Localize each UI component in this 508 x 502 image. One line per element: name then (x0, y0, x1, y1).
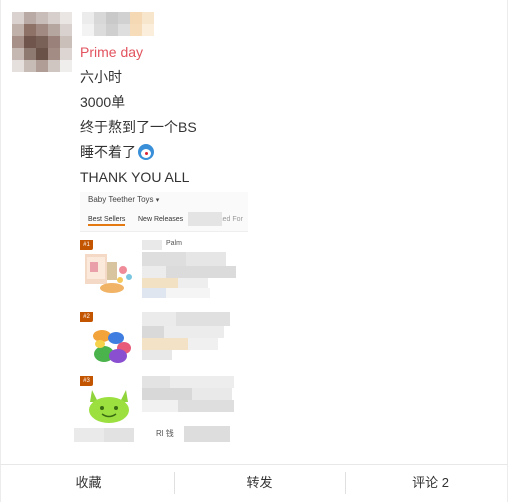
post-line-3: 终于熬到了一个BS (80, 119, 197, 135)
post-card: Prime day 六小时 3000单 终于熬到了一个BS 睡不着了 THANK… (0, 0, 508, 502)
blur-block (142, 266, 166, 278)
blur-block (178, 278, 208, 288)
blur-block (142, 400, 178, 412)
blur-block (166, 266, 236, 278)
blur-block (104, 428, 134, 442)
blur-block (142, 376, 170, 388)
blur-block (142, 388, 192, 400)
image-tab-blur (188, 212, 222, 226)
blur-block (184, 426, 230, 442)
image-product-row: #1 Palm (80, 240, 248, 308)
doraemon-emoji-icon (138, 144, 154, 160)
blur-block (178, 400, 234, 412)
username-mosaic[interactable] (82, 12, 157, 36)
avatar[interactable] (12, 12, 72, 72)
blur-block (74, 428, 104, 442)
action-bar-divider (0, 464, 508, 465)
image-tab-new-releases: New Releases (138, 216, 184, 223)
blur-block (142, 278, 178, 288)
post-line-5: THANK YOU ALL (80, 169, 190, 185)
chevron-down-icon: ▾ (155, 197, 160, 204)
image-category-title-text: Baby Teether Toys (88, 195, 154, 204)
post-line-4-text: 睡不着了 (80, 144, 136, 160)
blur-block (142, 288, 166, 298)
post-image[interactable]: Baby Teether Toys ▾ Best Sellers New Rel… (80, 192, 248, 446)
product-name-fragment: Palm (166, 240, 182, 247)
product-thumb (82, 320, 136, 374)
image-bottom-blur: Rl 钱 (74, 424, 234, 446)
post-line-2: 3000单 (80, 94, 126, 110)
repost-button[interactable]: 转发 (175, 468, 344, 498)
post-line-4: 睡不着了 (80, 143, 154, 161)
blur-block (142, 326, 164, 338)
blur-block (176, 312, 230, 326)
post-tag[interactable]: Prime day (80, 44, 143, 60)
image-category-title: Baby Teether Toys ▾ (88, 195, 159, 204)
image-bottom-text: Rl 钱 (156, 429, 174, 438)
blur-block (142, 312, 176, 326)
image-header: Baby Teether Toys ▾ Best Sellers New Rel… (80, 192, 248, 232)
favorite-button[interactable]: 收藏 (4, 468, 173, 498)
blur-block (166, 288, 210, 298)
blur-block (142, 252, 186, 266)
blur-block (142, 240, 162, 250)
blur-block (170, 376, 234, 388)
post-line-1: 六小时 (80, 69, 122, 85)
product-thumb (82, 248, 136, 302)
blur-block (192, 388, 232, 400)
card-border-left (0, 0, 1, 502)
image-product-row: #2 (80, 312, 248, 380)
comment-button[interactable]: 评论 2 (346, 468, 508, 498)
blur-block (142, 338, 188, 350)
blur-block (142, 350, 172, 360)
blur-block (186, 252, 226, 266)
image-tab-best-sellers: Best Sellers (88, 216, 126, 226)
blur-block (164, 326, 224, 338)
blur-block (188, 338, 218, 350)
